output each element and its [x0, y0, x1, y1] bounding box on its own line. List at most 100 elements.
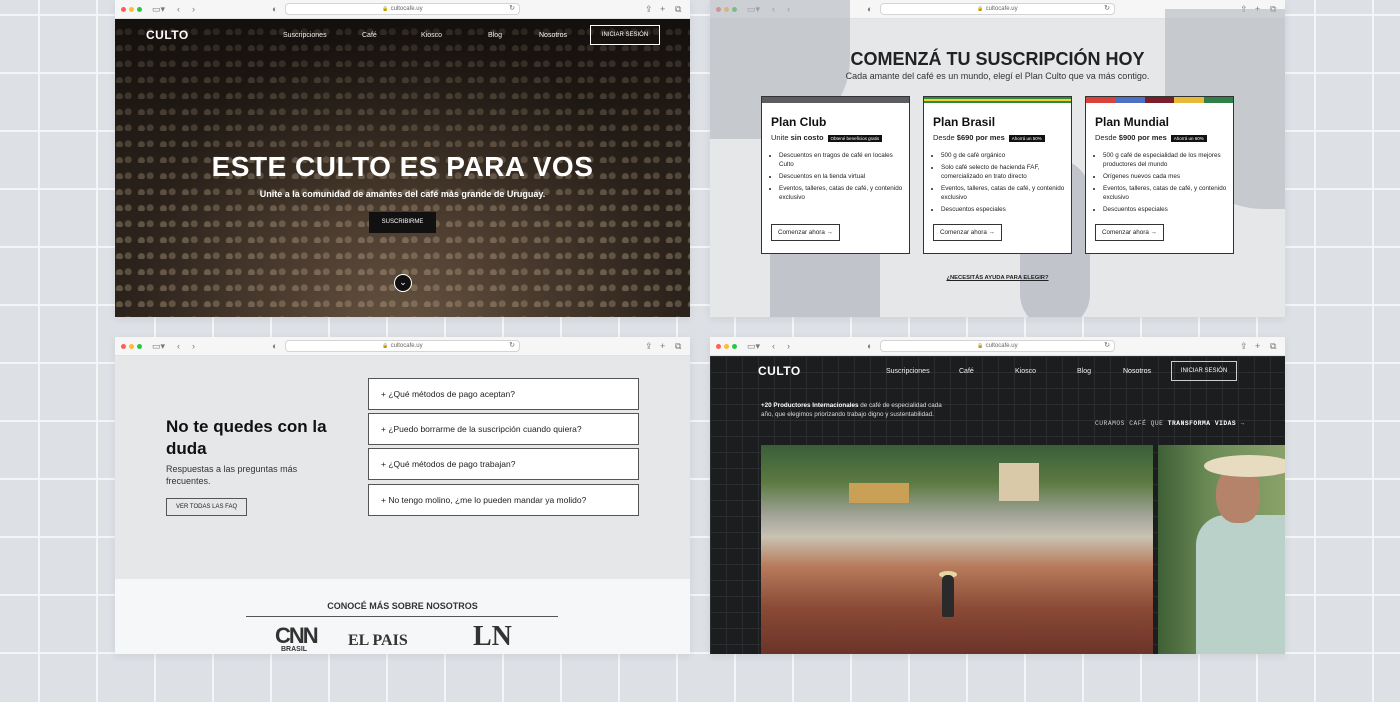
login-button[interactable]: INICIAR SESIÓN	[590, 25, 660, 45]
transform-lives-link[interactable]: CURAMOS CAFÉ QUE TRANSFORMA VIDAS →	[1095, 420, 1245, 427]
address-bar[interactable]: 🔒 cultocafe.uy ↻	[880, 340, 1115, 352]
nav-item-suscripciones[interactable]: Suscripciones	[283, 32, 327, 39]
start-now-button[interactable]: Comenzar ahora →	[1095, 224, 1164, 241]
farmer-portrait-photo	[1158, 445, 1285, 654]
plan-price: Desde $690 por mes Ahorrá un 50%	[933, 133, 1071, 142]
plan-stripe	[762, 97, 909, 103]
feature-item: Solo café selecto de hacienda FAF, comer…	[941, 163, 1071, 181]
back-icon[interactable]: ‹	[772, 340, 775, 352]
arrow-right-icon: →	[1150, 229, 1157, 236]
start-now-button[interactable]: Comenzar ahora →	[771, 224, 840, 241]
shield-icon[interactable]: ◐	[867, 3, 872, 15]
subscribe-button[interactable]: SUSCRIBIRME	[369, 212, 436, 233]
address-bar[interactable]: 🔒 cultocafe.uy ↻	[285, 340, 520, 352]
nav-item-suscripciones[interactable]: Suscripciones	[886, 368, 930, 375]
nav-item-cafe[interactable]: Café	[362, 32, 377, 39]
new-tab-icon[interactable]: +	[660, 3, 665, 15]
forward-icon[interactable]: ›	[192, 3, 195, 15]
window-controls[interactable]	[121, 7, 142, 12]
el-pais-logo: EL PAIS	[348, 632, 408, 649]
faq-item[interactable]: + ¿Puedo borrarme de la suscripción cuan…	[368, 413, 639, 445]
reload-icon[interactable]: ↻	[509, 4, 515, 14]
url-text: cultocafe.uy	[390, 343, 423, 349]
login-button[interactable]: INICIAR SESIÓN	[1171, 361, 1237, 381]
lock-icon: 🔒	[977, 343, 984, 349]
nav-item-nosotros[interactable]: Nosotros	[539, 32, 567, 39]
faq-item[interactable]: + ¿Qué métodos de pago trabajan?	[368, 448, 639, 480]
feature-item: Eventos, talleres, catas de café, y cont…	[941, 184, 1071, 202]
nav-item-blog[interactable]: Blog	[488, 32, 502, 39]
photo-building	[999, 463, 1039, 501]
faq-item[interactable]: + ¿Qué métodos de pago aceptan?	[368, 378, 639, 410]
tabs-icon[interactable]: ⧉	[675, 340, 681, 352]
plans-section: COMENZÁ TU SUSCRIPCIÓN HOY Cada amante d…	[710, 0, 1285, 317]
back-icon[interactable]: ‹	[177, 3, 180, 15]
photo-hat	[1204, 455, 1285, 477]
feature-item: Eventos, talleres, catas de café, y cont…	[1103, 184, 1233, 202]
feature-item: Orígenes nuevos cada mes	[1103, 172, 1233, 181]
sidebar-icon[interactable]: ▭▾	[152, 340, 165, 352]
help-link[interactable]: ¿NECESITÁS AYUDA PARA ELEGIR?	[710, 275, 1285, 281]
hero-section: CULTO Suscripciones Café Kiosco Blog Nos…	[115, 19, 690, 317]
tabs-icon[interactable]: ⧉	[1270, 340, 1276, 352]
close-dot[interactable]	[716, 344, 721, 349]
window-controls[interactable]	[716, 344, 737, 349]
chevron-down-icon[interactable]: ⌄	[394, 274, 412, 292]
nav-item-kiosco[interactable]: Kiosco	[1015, 368, 1036, 375]
minimize-dot[interactable]	[129, 7, 134, 12]
start-now-button[interactable]: Comenzar ahora →	[933, 224, 1002, 241]
minimize-dot[interactable]	[129, 344, 134, 349]
logo[interactable]: CULTO	[146, 28, 189, 42]
faq-title: No te quedes con la duda	[166, 417, 327, 458]
zoom-dot[interactable]	[137, 344, 142, 349]
nav-item-cafe[interactable]: Café	[959, 368, 974, 375]
new-tab-icon[interactable]: +	[1255, 340, 1260, 352]
reload-icon[interactable]: ↻	[1104, 4, 1110, 14]
back-icon[interactable]: ‹	[177, 340, 180, 352]
producers-section: CULTO Suscripciones Café Kiosco Blog Nos…	[710, 356, 1285, 654]
nav-item-nosotros[interactable]: Nosotros	[1123, 368, 1151, 375]
feature-item: Eventos, talleres, catas de café, y cont…	[779, 184, 909, 202]
reload-icon[interactable]: ↻	[509, 341, 515, 351]
photo-shirt	[1196, 515, 1285, 654]
share-icon[interactable]: ⇪	[1240, 340, 1248, 352]
feature-item: 500 g café de especialidad de los mejore…	[1103, 151, 1233, 169]
divider	[246, 616, 558, 617]
tabs-icon[interactable]: ⧉	[675, 3, 681, 15]
plans-title: COMENZÁ TU SUSCRIPCIÓN HOY	[850, 49, 1145, 69]
forward-icon[interactable]: ›	[787, 340, 790, 352]
faq-item[interactable]: + No tengo molino, ¿me lo pueden mandar …	[368, 484, 639, 516]
nav-item-blog[interactable]: Blog	[1077, 368, 1091, 375]
plan-name: Plan Brasil	[933, 115, 996, 129]
plan-stripe	[1086, 97, 1234, 103]
logo[interactable]: CULTO	[758, 364, 801, 378]
browser-window-plans: ▭▾ ‹ › ◐ 🔒cultocafe.uy↻ ⇪ + ⧉ COMENZÁ TU…	[710, 0, 1285, 317]
shield-icon[interactable]: ◐	[867, 340, 872, 352]
zoom-dot[interactable]	[732, 344, 737, 349]
url-text: cultocafe.uy	[985, 6, 1018, 12]
plan-card-brasil: Plan Brasil Desde $690 por mes Ahorrá un …	[923, 96, 1072, 254]
address-bar[interactable]: 🔒 cultocafe.uy ↻	[285, 3, 520, 15]
window-controls[interactable]	[121, 344, 142, 349]
view-all-faq-button[interactable]: VER TODAS LAS FAQ	[166, 498, 248, 516]
nav-item-kiosco[interactable]: Kiosco	[421, 32, 442, 39]
sidebar-icon[interactable]: ▭▾	[747, 340, 760, 352]
new-tab-icon[interactable]: +	[660, 340, 665, 352]
forward-icon[interactable]: ›	[192, 340, 195, 352]
arrow-right-icon: →	[988, 229, 995, 236]
plan-features: 500 g café de especialidad de los mejore…	[1103, 151, 1233, 214]
share-icon[interactable]: ⇪	[645, 340, 653, 352]
share-icon[interactable]: ⇪	[645, 3, 653, 15]
minimize-dot[interactable]	[724, 344, 729, 349]
shield-icon[interactable]: ◐	[272, 3, 277, 15]
sidebar-icon[interactable]: ▭▾	[152, 3, 165, 15]
discount-badge: Ahorrá un 50%	[1008, 134, 1045, 142]
close-dot[interactable]	[121, 7, 126, 12]
close-dot[interactable]	[121, 344, 126, 349]
shield-icon[interactable]: ◐	[272, 340, 277, 352]
address-bar[interactable]: 🔒 cultocafe.uy ↻	[880, 3, 1115, 15]
browser-window-faq: ▭▾ ‹ › ◐ 🔒 cultocafe.uy ↻ ⇪ + ⧉ No te qued…	[115, 337, 690, 654]
reload-icon[interactable]: ↻	[1104, 341, 1110, 351]
zoom-dot[interactable]	[137, 7, 142, 12]
url-text: cultocafe.uy	[390, 6, 423, 12]
